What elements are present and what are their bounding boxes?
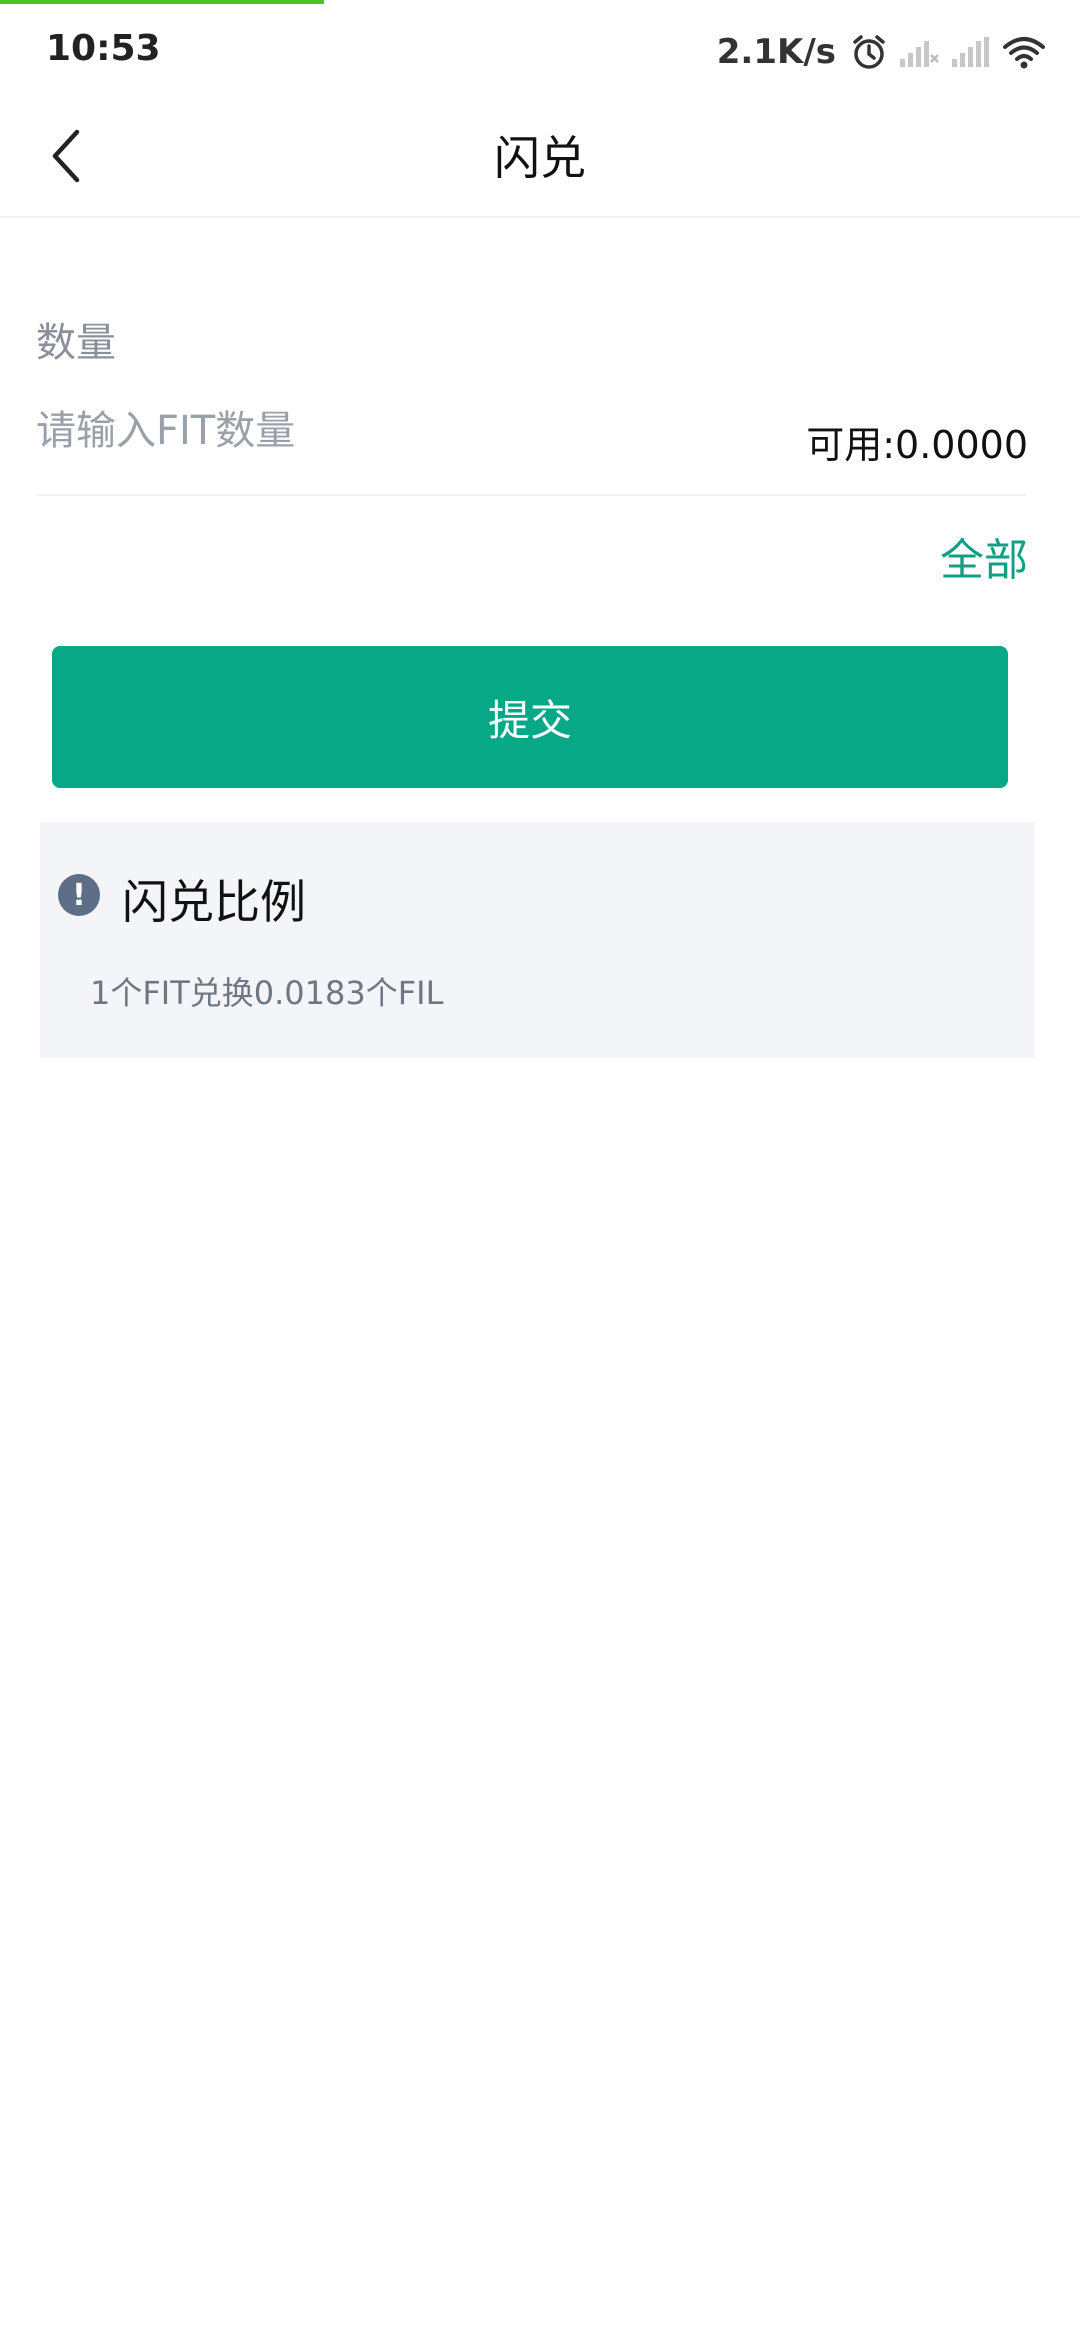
quantity-label: 数量	[36, 320, 116, 366]
quantity-input[interactable]	[36, 396, 736, 466]
status-bar: 10:53 2.1K/s	[0, 0, 1080, 100]
submit-button[interactable]: 提交	[52, 646, 1008, 788]
signal-icon	[898, 35, 940, 69]
info-icon: !	[58, 874, 100, 916]
exchange-rate-title: 闪兑比例	[122, 875, 306, 929]
alarm-icon	[850, 33, 888, 71]
all-button[interactable]: 全部	[940, 524, 1028, 588]
available-label: 可用:	[806, 423, 896, 467]
page-title: 闪兑	[494, 131, 586, 185]
exchange-rate-card: ! 闪兑比例 1个FIT兑换0.0183个FIL	[40, 822, 1034, 1058]
available-balance: 可用:0.0000	[806, 414, 1028, 469]
status-time: 10:53	[46, 28, 161, 69]
navigation-bar: 闪兑	[0, 100, 1080, 218]
network-speed: 2.1K/s	[716, 32, 836, 72]
signal-icon	[950, 35, 992, 69]
exchange-rate-text: 1个FIT兑换0.0183个FIL	[90, 974, 444, 1012]
wifi-icon	[1002, 34, 1046, 70]
available-value: 0.0000	[895, 423, 1028, 467]
input-divider	[36, 494, 1026, 496]
status-icons: 2.1K/s	[717, 30, 1046, 74]
